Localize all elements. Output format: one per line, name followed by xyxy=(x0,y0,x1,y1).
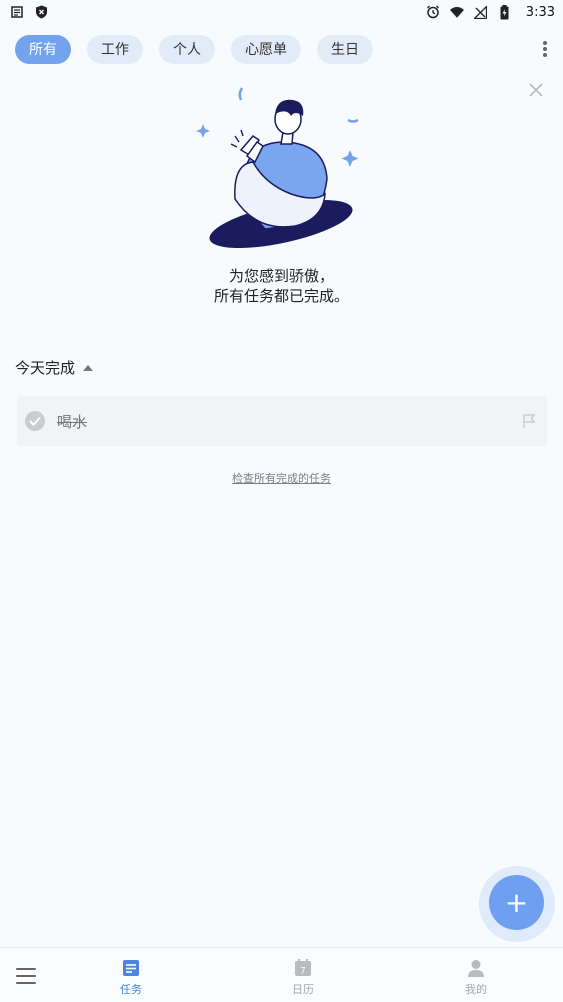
category-filter-bar: 所有 工作 个人 心愿单 生日 xyxy=(15,34,373,64)
checked-icon[interactable] xyxy=(25,411,45,431)
chip-wishlist[interactable]: 心愿单 xyxy=(231,34,301,64)
close-icon[interactable] xyxy=(528,82,544,98)
chip-work[interactable]: 工作 xyxy=(87,34,143,64)
collapse-caret-icon xyxy=(83,364,94,371)
section-title: 今天完成 xyxy=(15,359,76,377)
message-line-2: 所有任务都已完成。 xyxy=(213,287,349,305)
status-left xyxy=(10,5,48,19)
nav-profile-label: 我的 xyxy=(465,983,487,996)
menu-icon[interactable] xyxy=(16,968,36,984)
nav-tasks[interactable]: 任务 xyxy=(101,958,161,997)
bottom-navigation: 任务 7 日历 我的 xyxy=(0,947,563,1002)
celebration-illustration xyxy=(195,84,365,254)
chip-personal[interactable]: 个人 xyxy=(159,34,215,64)
shield-icon xyxy=(34,5,48,19)
message-line-1: 为您感到骄傲， xyxy=(228,267,334,285)
task-title: 喝水 xyxy=(57,412,88,431)
notification-icon xyxy=(10,5,24,19)
task-row[interactable]: 喝水 xyxy=(17,396,547,446)
clock: 3:33 xyxy=(525,4,555,20)
view-all-completed-link[interactable]: 检查所有完成的任务 xyxy=(0,470,563,486)
profile-icon xyxy=(468,960,484,977)
nav-tasks-label: 任务 xyxy=(120,983,142,996)
empty-state-message: 为您感到骄傲， 所有任务都已完成。 xyxy=(0,266,563,306)
alarm-icon xyxy=(426,5,440,19)
chip-birthday[interactable]: 生日 xyxy=(317,34,373,64)
chip-all[interactable]: 所有 xyxy=(15,34,71,64)
wifi-icon xyxy=(449,5,464,19)
status-right: 3:33 xyxy=(426,4,555,20)
nav-calendar[interactable]: 7 日历 xyxy=(273,958,333,997)
battery-charging-icon xyxy=(498,4,512,19)
completed-today-header[interactable]: 今天完成 xyxy=(15,357,94,378)
calendar-day: 7 xyxy=(300,967,306,977)
more-options-icon[interactable] xyxy=(539,38,551,60)
calendar-icon: 7 xyxy=(295,959,311,977)
flag-icon[interactable] xyxy=(521,413,537,429)
nav-profile[interactable]: 我的 xyxy=(446,958,506,997)
add-task-button[interactable]: + xyxy=(489,875,544,930)
status-bar: 3:33 xyxy=(0,0,563,24)
nav-calendar-label: 日历 xyxy=(292,983,314,996)
tasks-icon xyxy=(123,960,139,976)
no-signal-icon xyxy=(474,5,488,19)
